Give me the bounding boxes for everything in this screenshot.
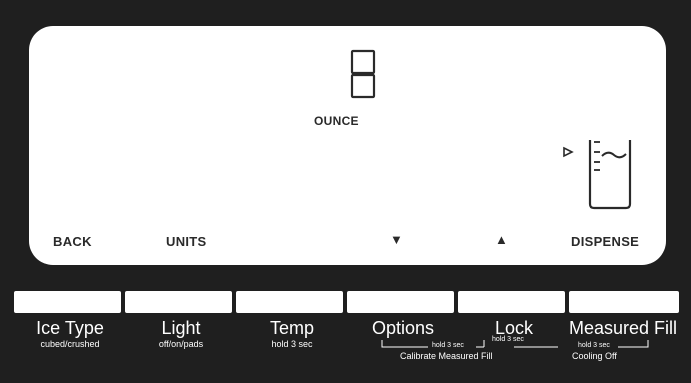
ice-type-button[interactable] xyxy=(14,291,121,313)
units-label: UNITS xyxy=(166,234,207,249)
options-label: Options xyxy=(371,318,435,338)
light-sub-label: off/on/pads xyxy=(158,339,204,349)
cooling-off-label: Cooling Off xyxy=(572,351,617,361)
ice-type-label: Ice Type xyxy=(36,318,104,338)
cup-fill-level-icon xyxy=(563,140,632,210)
ice-type-sub-label: cubed/crushed xyxy=(40,339,100,349)
measured-fill-button[interactable] xyxy=(569,291,679,313)
lcd-display: 8 OUNCE BACK UNITS ▼ ▲ DISPENSE xyxy=(29,26,666,265)
temp-label-group: Temp hold 3 sec xyxy=(236,318,348,350)
temp-sub-label: hold 3 sec xyxy=(271,339,313,349)
dispense-label: DISPENSE xyxy=(571,234,640,249)
unit-indicator: OUNCE xyxy=(314,114,359,128)
lock-label-group: Lock xyxy=(458,318,570,338)
options-label-group: Options xyxy=(347,318,459,338)
lock-label: Lock xyxy=(494,318,534,338)
light-label-group: Light off/on/pads xyxy=(125,318,237,350)
seven-segment-digit xyxy=(350,49,376,99)
cooling-hold-label: hold 3 sec xyxy=(578,342,610,349)
down-arrow-icon: ▼ xyxy=(390,232,403,247)
button-pad-row xyxy=(14,291,679,313)
measured-fill-label: Measured Fill xyxy=(568,318,678,338)
light-label: Light xyxy=(161,318,201,338)
temp-label: Temp xyxy=(269,318,314,338)
light-button[interactable] xyxy=(125,291,232,313)
temp-button[interactable] xyxy=(236,291,343,313)
measured-fill-label-group: Measured Fill xyxy=(567,318,679,338)
combo-brackets xyxy=(381,340,649,348)
options-button[interactable] xyxy=(347,291,454,313)
back-label: BACK xyxy=(53,234,92,249)
control-panel: 8 OUNCE BACK UNITS ▼ ▲ DISPENSE Ice Type… xyxy=(0,0,691,383)
calibrate-measured-fill-label: Calibrate Measured Fill xyxy=(400,351,493,361)
lock-button[interactable] xyxy=(458,291,565,313)
calibrate-hold-label: hold 3 sec xyxy=(432,342,464,349)
up-arrow-icon: ▲ xyxy=(495,232,508,247)
ice-type-label-group: Ice Type cubed/crushed xyxy=(14,318,126,350)
